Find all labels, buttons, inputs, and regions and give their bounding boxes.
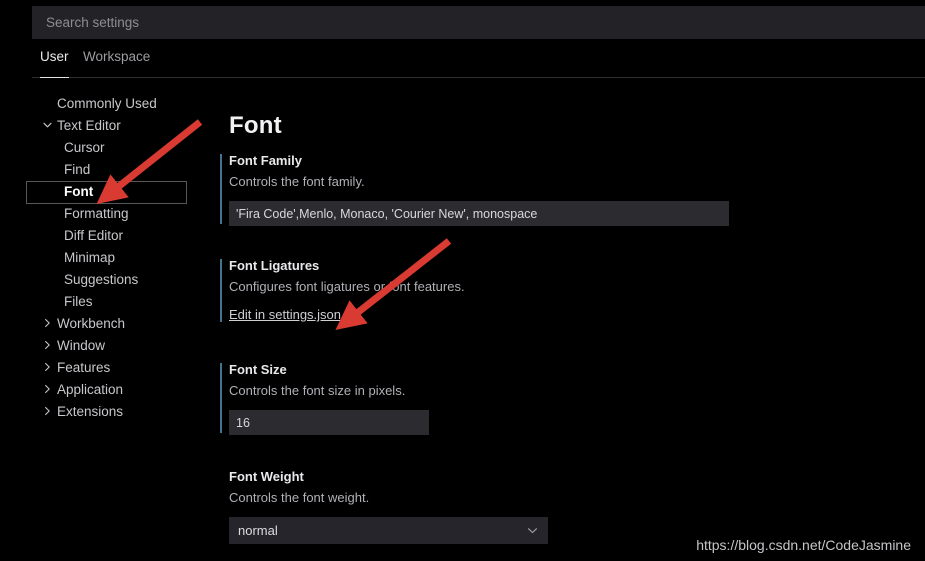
setting-font-weight: Font Weight Controls the font weight. norm…: [220, 468, 780, 544]
setting-select-value: normal: [238, 523, 278, 538]
chevron-right-icon[interactable]: [42, 362, 53, 373]
tab-workspace[interactable]: Workspace: [83, 48, 150, 78]
toc-item-label: Suggestions: [64, 271, 139, 287]
toc-item-commonly-used[interactable]: Commonly Used: [0, 92, 215, 114]
tab-user[interactable]: User: [40, 48, 69, 78]
setting-font-size: Font Size Controls the font size in pixel…: [220, 361, 780, 435]
toc-item-label: Commonly Used: [57, 95, 157, 111]
watermark-url: https://blog.csdn.net/CodeJasmine: [696, 537, 911, 553]
toc-item-files[interactable]: Files: [0, 290, 215, 312]
toc-item-label: Extensions: [57, 403, 124, 419]
toc-item-label: Text Editor: [57, 117, 121, 133]
toc-item-label: Font: [64, 183, 94, 199]
toc-item-suggestions[interactable]: Suggestions: [0, 268, 215, 290]
edit-in-settings-json-link[interactable]: Edit in settings.json: [229, 307, 341, 322]
page-title: Font: [229, 112, 282, 139]
toc-item-minimap[interactable]: Minimap: [0, 246, 215, 268]
toc-item-workbench[interactable]: Workbench: [0, 312, 215, 334]
toc-item-formatting[interactable]: Formatting: [0, 202, 215, 224]
toc-item-application[interactable]: Application: [0, 378, 215, 400]
toc-item-label: Minimap: [64, 249, 116, 265]
chevron-right-icon[interactable]: [42, 406, 53, 417]
tab-user-label: User: [40, 49, 69, 64]
toc-item-features[interactable]: Features: [0, 356, 215, 378]
toc-item-extensions[interactable]: Extensions: [0, 400, 215, 422]
setting-description: Configures font ligatures or font featur…: [229, 279, 465, 294]
toc-item-diff-editor[interactable]: Diff Editor: [0, 224, 215, 246]
toc-item-label: Features: [57, 359, 111, 375]
toc-item-window[interactable]: Window: [0, 334, 215, 356]
toc-item-label: Application: [57, 381, 124, 397]
setting-select-font-weight[interactable]: normal: [229, 517, 548, 544]
setting-title: Font Ligatures: [229, 258, 320, 273]
search-settings-bar[interactable]: [32, 6, 925, 39]
chevron-down-icon[interactable]: [526, 524, 539, 537]
search-input[interactable]: [32, 6, 925, 39]
toc-item-label: Window: [57, 337, 106, 353]
settings-list-pane: Font Font Family Controls the font family…: [215, 100, 925, 561]
settings-scope-tabs: User Workspace: [0, 48, 925, 78]
toc-item-label: Formatting: [64, 205, 129, 221]
toc-item-label: Workbench: [57, 315, 126, 331]
toc-item-label: Files: [64, 293, 93, 309]
setting-font-family: Font Family Controls the font family.: [220, 152, 780, 226]
settings-window: User Workspace Commonly UsedText EditorC…: [0, 0, 925, 561]
chevron-right-icon[interactable]: [42, 384, 53, 395]
chevron-right-icon[interactable]: [42, 340, 53, 351]
toc-item-font[interactable]: Font: [0, 180, 215, 202]
toc-item-text-editor[interactable]: Text Editor: [0, 114, 215, 136]
setting-description: Controls the font weight.: [229, 490, 370, 505]
setting-description: Controls the font family.: [229, 174, 365, 189]
toc-item-label: Cursor: [64, 139, 105, 155]
setting-description: Controls the font size in pixels.: [229, 383, 406, 398]
settings-toc: Commonly Used Text Editor Cursor Find Font Fo…: [0, 92, 215, 422]
chevron-down-icon[interactable]: [42, 120, 53, 131]
tab-workspace-label: Workspace: [83, 49, 151, 64]
toc-item-find[interactable]: Find: [0, 158, 215, 180]
toc-item-label: Find: [64, 161, 91, 177]
setting-title: Font Family: [229, 153, 302, 168]
setting-input-font-size[interactable]: [229, 410, 429, 435]
setting-title: Font Size: [229, 362, 287, 377]
tabs-divider: [32, 77, 925, 78]
toc-item-cursor[interactable]: Cursor: [0, 136, 215, 158]
toc-item-label: Diff Editor: [64, 227, 124, 243]
setting-font-ligatures: Font Ligatures Configures font ligatures …: [220, 257, 780, 324]
setting-input-font-family[interactable]: [229, 201, 729, 226]
chevron-right-icon[interactable]: [42, 318, 53, 329]
setting-title: Font Weight: [229, 469, 304, 484]
